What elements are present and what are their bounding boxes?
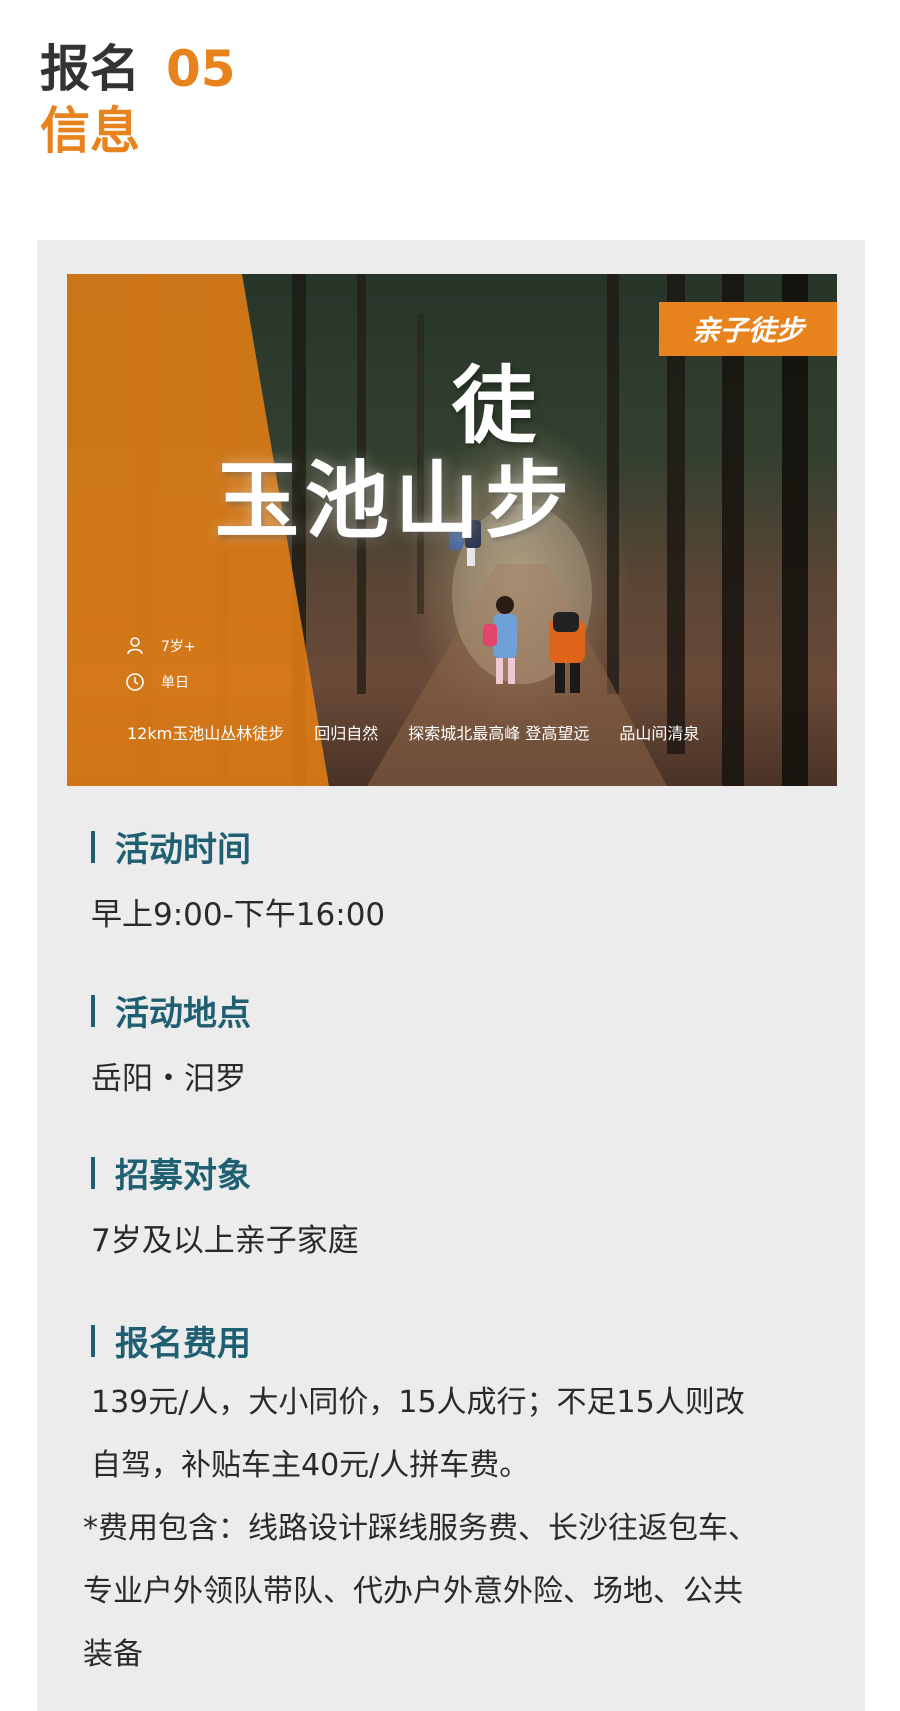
section-title-text: 活动时间 xyxy=(115,830,251,870)
section-target: 招募对象 7岁及以上亲子家庭 xyxy=(91,1148,359,1260)
section-title: 活动时间 xyxy=(91,822,385,871)
target-audience: 7岁及以上亲子家庭 xyxy=(91,1223,359,1259)
section-time: 活动时间 早上9:00-下午16:00 xyxy=(91,822,385,934)
feature-item: 探索城北最高峰 登高望远 xyxy=(408,724,590,743)
fee-inclusions: *费用包含：线路设计踩线服务费、长沙往返包车、 专业户外领队带队、代办户外意外险… xyxy=(83,1497,758,1686)
header-word-1: 报名 xyxy=(40,40,140,98)
feature-item: 回归自然 xyxy=(314,724,379,743)
age-row: 7岁+ xyxy=(125,636,196,656)
page-header: 报名 05 信息 xyxy=(40,38,236,162)
section-title: 报名费用 xyxy=(91,1316,758,1365)
section-place: 活动地点 岳阳・汨罗 xyxy=(91,986,251,1098)
feature-list: 12km玉池山丛林徒步 回归自然 探索城北最高峰 登高望远 品山间清泉 xyxy=(127,720,827,744)
section-title: 招募对象 xyxy=(91,1148,359,1197)
section-title-text: 活动地点 xyxy=(115,994,251,1034)
feature-item: 品山间清泉 xyxy=(619,724,700,743)
section-fee: 报名费用 139元/人，大小同价，15人成行；不足15人则改 自驾，补贴车主40… xyxy=(83,1316,758,1686)
info-card: 亲子徒步 玉池山步 徒 7岁+ 单日 12km玉池山丛林徒步 回归自然 探索城北… xyxy=(37,240,865,1711)
fee-line: 自驾，补贴车主40元/人拼车费。 xyxy=(91,1448,530,1483)
section-marker xyxy=(91,830,95,863)
banner-title-raised-char: 徒 xyxy=(452,356,537,455)
clock-icon xyxy=(125,672,145,692)
age-value: 7岁+ xyxy=(161,639,196,655)
inclusion-line: 专业户外领队带队、代办户外意外险、场地、公共 xyxy=(83,1574,743,1609)
section-title-text: 报名费用 xyxy=(115,1324,251,1364)
fee-line: 139元/人，大小同价，15人成行；不足15人则改 xyxy=(91,1385,745,1420)
hiking-banner: 亲子徒步 玉池山步 徒 7岁+ 单日 12km玉池山丛林徒步 回归自然 探索城北… xyxy=(67,274,837,786)
inclusion-line: *费用包含：线路设计踩线服务费、长沙往返包车、 xyxy=(83,1511,758,1546)
section-marker xyxy=(91,1156,95,1189)
activity-tag: 亲子徒步 xyxy=(659,302,837,356)
activity-time: 早上9:00-下午16:00 xyxy=(91,897,386,933)
header-word-2: 信息 xyxy=(40,102,140,160)
section-title: 活动地点 xyxy=(91,986,251,1035)
person-icon xyxy=(125,636,145,656)
activity-place: 岳阳・汨罗 xyxy=(91,1061,246,1097)
duration-value: 单日 xyxy=(161,675,189,691)
fee-details: 139元/人，大小同价，15人成行；不足15人则改 自驾，补贴车主40元/人拼车… xyxy=(91,1371,758,1497)
section-marker xyxy=(91,994,95,1027)
feature-item: 12km玉池山丛林徒步 xyxy=(127,724,285,743)
header-number: 05 xyxy=(166,40,236,98)
duration-row: 单日 xyxy=(125,672,189,692)
inclusion-line: 装备 xyxy=(83,1637,143,1672)
section-title-text: 招募对象 xyxy=(115,1156,251,1196)
header-line-1: 报名 05 xyxy=(40,38,236,100)
section-marker xyxy=(91,1324,95,1357)
